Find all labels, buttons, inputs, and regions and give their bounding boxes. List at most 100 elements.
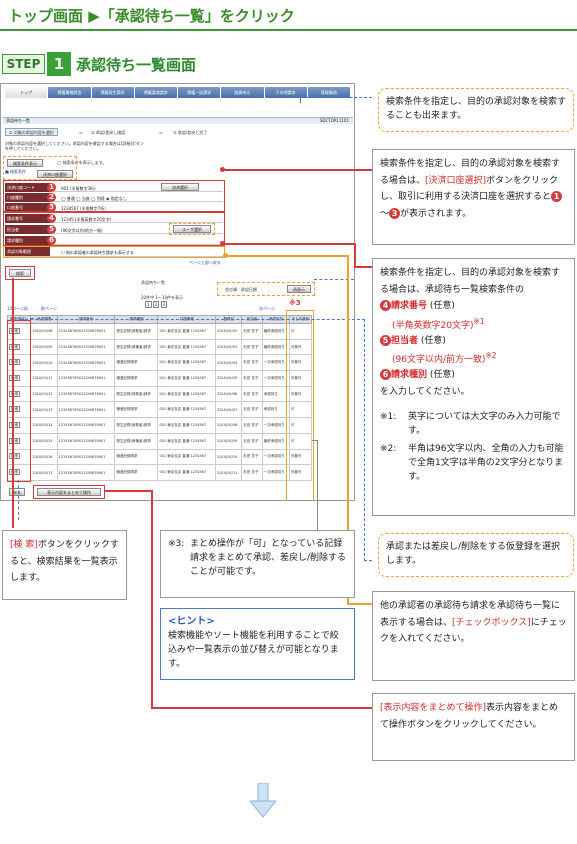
cell-status: 一次承認待ち [263,360,285,365]
next-page-link[interactable]: 次ページ [259,306,275,311]
cond-item-4: 4 請求番号 (任意) [380,298,567,315]
connector-dot [220,167,225,172]
nav-item[interactable]: トップ [5,87,48,98]
connector-dot [223,253,228,258]
cell-account: 001 東京支店 普通 1234567 [159,438,207,443]
cell-registered-cell: 2010/04/05 [215,370,243,387]
nav-item[interactable]: 債権一括請求 [178,87,221,98]
nav-item[interactable]: 債権発生請求 [91,87,134,98]
page-link[interactable]: 1 [145,301,152,308]
table-row: 詳細 2010/04/14 123456789012345678901 発生記録(債務… [6,417,313,434]
cell-request-type: 発生記録(債権者)請求 [116,438,151,443]
connector [104,490,152,492]
collapse-link[interactable]: ページ上部へ戻る [189,260,221,265]
cond-item-4-sub: (半角英数字20文字)※1 [392,316,485,331]
cell-request-type-cell: 発生記録(債務者)請求 [114,385,159,403]
cell-request-type: 発生記録(債務者)請求 [116,328,151,333]
cell-status: 一次承認待ち [263,470,285,475]
cell-account: 001 東京支店 普通 1234567 [159,407,207,412]
pagination: 1 2 3 [145,301,168,308]
cell-account-cell: 001 東京支店 普通 1234567 [157,464,217,481]
cell-account: 001 東京支店 普通 1234567 [159,375,207,380]
search-toggle-highlight [3,156,77,180]
hint-text: 検索機能やソート機能を利用することで絞込みや一覧表示の並び替えが可能となります。 [168,631,339,669]
flow-arrow: ⇒ [159,130,163,135]
cell-user: 杉田 花子 [243,375,259,380]
cell-deadline: 2010/04/13 [32,407,53,412]
connector [224,243,354,245]
cell-request-no-cell: 123456789012345678901 [56,370,116,387]
cell-request-type-cell: 発生記録(債権者)請求 [114,338,159,356]
screen-title: 承認待ち一覧 [6,118,30,123]
cell-account-cell: 001 東京支店 普通 1234567 [157,385,217,403]
cell-deadline: 2010/04/08 [32,329,53,334]
flow-step-3: ③ 承認/差戻し完了 [173,130,208,135]
cond-item-6: 6 請求種別 (任意) [380,367,567,384]
table-row: 詳細 2010/04/17 123456789012345678901 譲渡記録請求 0… [6,464,313,481]
cell-request-no-cell: 123456789012345678901 [56,432,116,450]
cell-user-cell: 杉田 花子 [241,464,263,481]
cell-user: 杉田 花子 [243,454,259,459]
cell-status: 最終承認待ち [263,344,285,349]
callout-search-button: [検 索]ボタンをクリックすると、検索結果を一覧表示します。 [2,530,127,600]
cell-request-type-cell: 譲渡記録請求 [114,448,159,466]
cell-request-type-cell: 譲渡記録請求 [114,464,159,481]
cell-request-type: 発生記録(債権者)請求 [116,344,151,349]
cell-request-no: 123456789012345678901 [58,329,106,334]
cell-user: 杉田 花子 [243,344,259,349]
cell-request-no: 123456789012345678901 [58,392,106,397]
prev-page-link[interactable]: 前ページ [41,306,57,311]
connector [151,490,153,708]
cell-deadline: 2010/04/10 [32,360,53,365]
cell-registered: 2010/04/05 [217,376,238,381]
cell-user: 杉田 花子 [243,407,259,412]
bulk-column-frame [286,310,314,500]
connector [151,707,372,709]
page-heading: トップ画面 ▶「承認待ち一覧」をクリック [8,7,295,25]
cond-item-5: 5 担当者 (任意) [380,333,567,350]
nav-item[interactable]: 債権譲渡請求 [134,87,177,98]
cell-user-cell: 杉田 花子 [241,417,263,434]
cell-account-cell: 001 東京支店 普通 1234567 [157,417,217,434]
cell-registered-cell: 2010/04/09 [215,432,243,450]
screenshot-panel: トップ 債権情報照会 債権発生請求 債権譲渡請求 債権一括請求 融資申込 その他… [0,83,355,501]
table-row: 詳細 2010/04/16 123456789012345678901 譲渡記録請求 0… [6,448,313,466]
bulk-button-frame [33,485,105,499]
nav-item[interactable]: 債権情報照会 [48,87,91,98]
cell-deadline-cell: 2010/04/16 [30,448,58,466]
cell-request-no: 123456789012345678901 [58,423,106,428]
cell-request-no: 123456789012345678901 [58,439,106,444]
table-row: 詳細 2010/04/10 123456789012345678901 譲渡記録請求 0… [6,354,313,372]
cell-status: 承認待ち [263,407,278,412]
cell-request-no-cell: 123456789012345678901 [56,464,116,481]
note-2: ※2: 半角は96文字以内、全角の入力も可能で全角1文字は半角の2文字分となります… [380,444,564,482]
cell-deadline: 2010/04/14 [32,423,53,428]
note-1: ※1: 英字については大文字のみ入力可能です。 [380,412,561,436]
callout-bulk-operation: [表示内容をまとめて操作]表示内容をまとめて操作ボタンをクリックしてください。 [372,693,575,761]
prev-10-link[interactable]: 10ページ前 [7,306,28,311]
step-label: STEP [2,54,45,74]
main-nav: トップ 債権情報照会 債権発生請求 債権譲渡請求 債権一括請求 融資申込 その他… [5,87,350,98]
cell-request-type-cell: 発生記録(債務者)請求 [114,417,159,434]
cell-account: 001 東京支店 普通 1234567 [159,454,207,459]
cell-user-cell: 杉田 花子 [241,432,263,450]
nav-item[interactable]: 融資申込 [221,87,264,98]
callout-account-select: 検索条件を指定し、目的の承認対象を検索する場合は、[決済口座選択]ボタンをクリッ… [372,149,575,245]
cell-deadline: 2010/04/15 [32,439,53,444]
table-row: 詳細 2010/04/15 123456789012345678901 発生記録(債権… [6,432,313,450]
cell-status: 一次承認待ち [263,454,285,459]
cell-status: 一次承認待ち [263,375,285,380]
scope-frame [3,246,225,258]
cell-request-type: 発生記録(債務者)請求 [116,391,151,396]
cell-deadline-cell: 2010/04/12 [30,385,58,403]
cell-status: 一次承認待ち [263,422,285,427]
cell-user-cell: 杉田 花子 [241,448,263,466]
cell-registered: 2010/04/08 [217,423,238,428]
cell-registered: 2010/04/07 [217,407,238,412]
page-link[interactable]: 2 [152,301,160,308]
cell-account: 001 東京支店 普通 1234567 [159,344,207,349]
cell-request-type-cell: 譲渡記録請求 [114,370,159,387]
cell-registered: 2010/04/06 [217,392,238,397]
connector [347,603,372,605]
page-link[interactable]: 3 [160,301,168,308]
